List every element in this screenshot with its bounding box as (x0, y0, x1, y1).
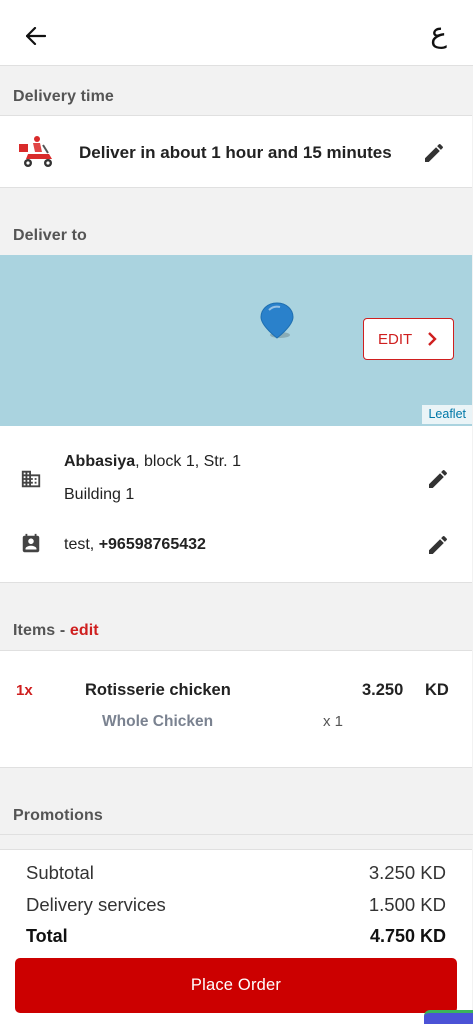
address-area: Abbasiya (64, 453, 136, 470)
edit-items-link[interactable]: edit (70, 622, 99, 639)
edit-location-label: EDIT (378, 330, 413, 348)
promotions-divider (0, 834, 473, 835)
map-pin-icon[interactable] (259, 302, 295, 340)
delivery-time-label: Delivery time (13, 88, 114, 105)
back-button[interactable] (20, 20, 52, 52)
delivery-fee-label: Delivery services (26, 894, 166, 915)
language-toggle-button[interactable]: ع (430, 16, 447, 49)
item-price: 3.250 (362, 681, 404, 699)
address-details: , block 1, Str. 1 (135, 453, 241, 470)
delivery-time-card[interactable]: Deliver in about 1 hour and 15 minutes (0, 115, 472, 188)
item-option-quantity: x 1 (323, 713, 344, 730)
item-currency: KD (425, 681, 449, 699)
top-bar: ع (0, 0, 473, 66)
contact-line: test, +96598765432 (64, 536, 206, 554)
deliver-to-label: Deliver to (13, 227, 87, 244)
address-building: Building 1 (64, 486, 135, 503)
contact-name: test, (64, 536, 99, 553)
delivery-fee-value: 1.500 KD (368, 894, 446, 915)
chevron-right-icon (428, 332, 437, 346)
contact-card-icon (22, 533, 40, 553)
floating-corner-widget[interactable] (424, 1010, 473, 1024)
address-card: Abbasiya, block 1, Str. 1 Building 1 tes… (0, 426, 472, 583)
items-label: Items - edit (13, 622, 99, 640)
items-card: 1x Rotisserie chicken 3.250 KD Whole Chi… (0, 650, 472, 768)
edit-location-button[interactable]: EDIT (363, 318, 454, 360)
arrow-left-icon (26, 27, 46, 45)
total-value: 4.750 KD (369, 926, 446, 946)
building-icon (21, 470, 41, 488)
place-order-button[interactable]: Place Order (15, 958, 457, 1013)
pencil-icon[interactable] (422, 141, 446, 165)
subtotal-value: 3.250 KD (368, 862, 446, 883)
pencil-icon[interactable] (426, 467, 450, 491)
items-label-separator: - (55, 622, 70, 639)
item-name: Rotisserie chicken (85, 681, 231, 699)
delivery-fee-row: Delivery services 1.500 KD (26, 894, 446, 918)
delivery-scooter-icon (19, 136, 52, 167)
item-quantity: 1x (16, 682, 33, 699)
total-label: Total (26, 926, 68, 946)
items-label-text: Items (13, 622, 56, 639)
contact-phone: +96598765432 (98, 536, 206, 553)
subtotal-label: Subtotal (26, 862, 94, 883)
map-attribution-link[interactable]: Leaflet (422, 405, 472, 424)
subtotal-row: Subtotal 3.250 KD (26, 862, 446, 886)
total-row: Total 4.750 KD (26, 926, 446, 950)
delivery-time-text: Deliver in about 1 hour and 15 minutes (79, 143, 392, 162)
address-line: Abbasiya, block 1, Str. 1 (64, 453, 241, 471)
item-option: Whole Chicken (102, 713, 214, 730)
pencil-icon[interactable] (426, 533, 450, 557)
promotions-label[interactable]: Promotions (13, 807, 103, 825)
